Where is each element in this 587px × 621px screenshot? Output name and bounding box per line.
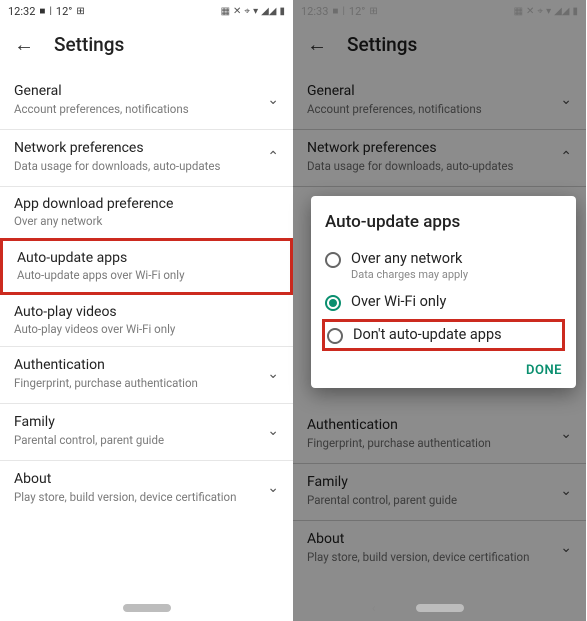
status-temp: 12° xyxy=(56,5,72,18)
row-family[interactable]: Family Parental control, parent guide ⌄ xyxy=(0,404,293,461)
row-autoplay[interactable]: Auto-play videos Auto-play videos over W… xyxy=(0,295,293,346)
radio-selected-icon xyxy=(325,295,341,311)
row-title: About xyxy=(14,471,259,487)
back-nav-icon[interactable]: ‹ xyxy=(372,601,376,615)
row-title: Family xyxy=(14,414,259,430)
option-sub: Data charges may apply xyxy=(351,268,468,281)
chevron-down-icon: ⌄ xyxy=(259,92,279,108)
row-sub: Over any network xyxy=(14,214,279,228)
row-general[interactable]: General Account preferences, notificatio… xyxy=(0,73,293,130)
row-title: Auto-play videos xyxy=(14,304,279,320)
row-auth[interactable]: Authentication Fingerprint, purchase aut… xyxy=(0,347,293,404)
row-download-pref[interactable]: App download preference Over any network xyxy=(0,187,293,238)
option-dont-update[interactable]: Don't auto-update apps xyxy=(322,319,565,351)
option-label: Over Wi-Fi only xyxy=(351,293,446,310)
option-label: Don't auto-update apps xyxy=(353,326,502,343)
home-pill[interactable] xyxy=(416,604,464,612)
row-sub: Auto-update apps over Wi-Fi only xyxy=(17,268,276,282)
chevron-down-icon: ⌄ xyxy=(259,480,279,496)
row-sub: Auto-play videos over Wi-Fi only xyxy=(14,322,279,336)
battery-icon: ▮ xyxy=(279,6,285,17)
row-sub: Play store, build version, device certif… xyxy=(14,490,259,505)
row-network[interactable]: Network preferences Data usage for downl… xyxy=(0,130,293,187)
option-label: Over any network xyxy=(351,250,468,267)
temp-icon: | xyxy=(49,6,51,17)
dialog-title: Auto-update apps xyxy=(325,212,562,232)
row-about[interactable]: About Play store, build version, device … xyxy=(0,461,293,517)
status-time: 12:32 xyxy=(8,5,35,18)
row-auto-update[interactable]: Auto-update apps Auto-update apps over W… xyxy=(0,238,293,295)
signal-icon: ◢◢ xyxy=(261,6,276,17)
row-title: Network preferences xyxy=(14,140,259,156)
done-button[interactable]: DONE xyxy=(526,363,562,378)
status-bar: 12:32 ■ | 12° ⊞ ▦ ✕ ⌖ ▾ ◢◢ ▮ xyxy=(0,0,293,22)
auto-update-dialog: Auto-update apps Over any network Data c… xyxy=(311,196,576,388)
row-title: Authentication xyxy=(14,357,259,373)
radio-icon xyxy=(325,252,341,268)
chevron-down-icon: ⌄ xyxy=(259,423,279,439)
row-sub: Fingerprint, purchase authentication xyxy=(14,376,259,391)
wifi-icon: ▾ xyxy=(253,6,258,17)
row-sub: Account preferences, notifications xyxy=(14,102,259,117)
home-pill[interactable] xyxy=(123,604,171,612)
option-any-network[interactable]: Over any network Data charges may apply xyxy=(325,244,562,287)
radio-icon xyxy=(327,328,343,344)
row-title: General xyxy=(14,83,259,99)
back-icon[interactable]: ← xyxy=(14,32,34,57)
row-sub: Data usage for downloads, auto-updates xyxy=(14,159,259,174)
row-title: Auto-update apps xyxy=(17,250,276,266)
row-sub: Parental control, parent guide xyxy=(14,433,259,448)
page-title: Settings xyxy=(54,33,124,56)
notif-icon: ■ xyxy=(39,6,45,17)
option-wifi-only[interactable]: Over Wi-Fi only xyxy=(325,287,562,317)
nav-bar: ‹ ‹ xyxy=(293,599,586,617)
app-header: ← Settings xyxy=(0,22,293,73)
chevron-down-icon: ⌄ xyxy=(259,366,279,382)
cast-icon: ▦ xyxy=(221,6,230,17)
bt-icon: ⌖ xyxy=(244,6,250,17)
chevron-up-icon: ⌃ xyxy=(259,149,279,165)
vibrate-icon: ✕ xyxy=(233,6,241,17)
row-title: App download preference xyxy=(14,196,279,212)
app-icon: ⊞ xyxy=(76,6,84,17)
nav-bar xyxy=(0,599,293,617)
